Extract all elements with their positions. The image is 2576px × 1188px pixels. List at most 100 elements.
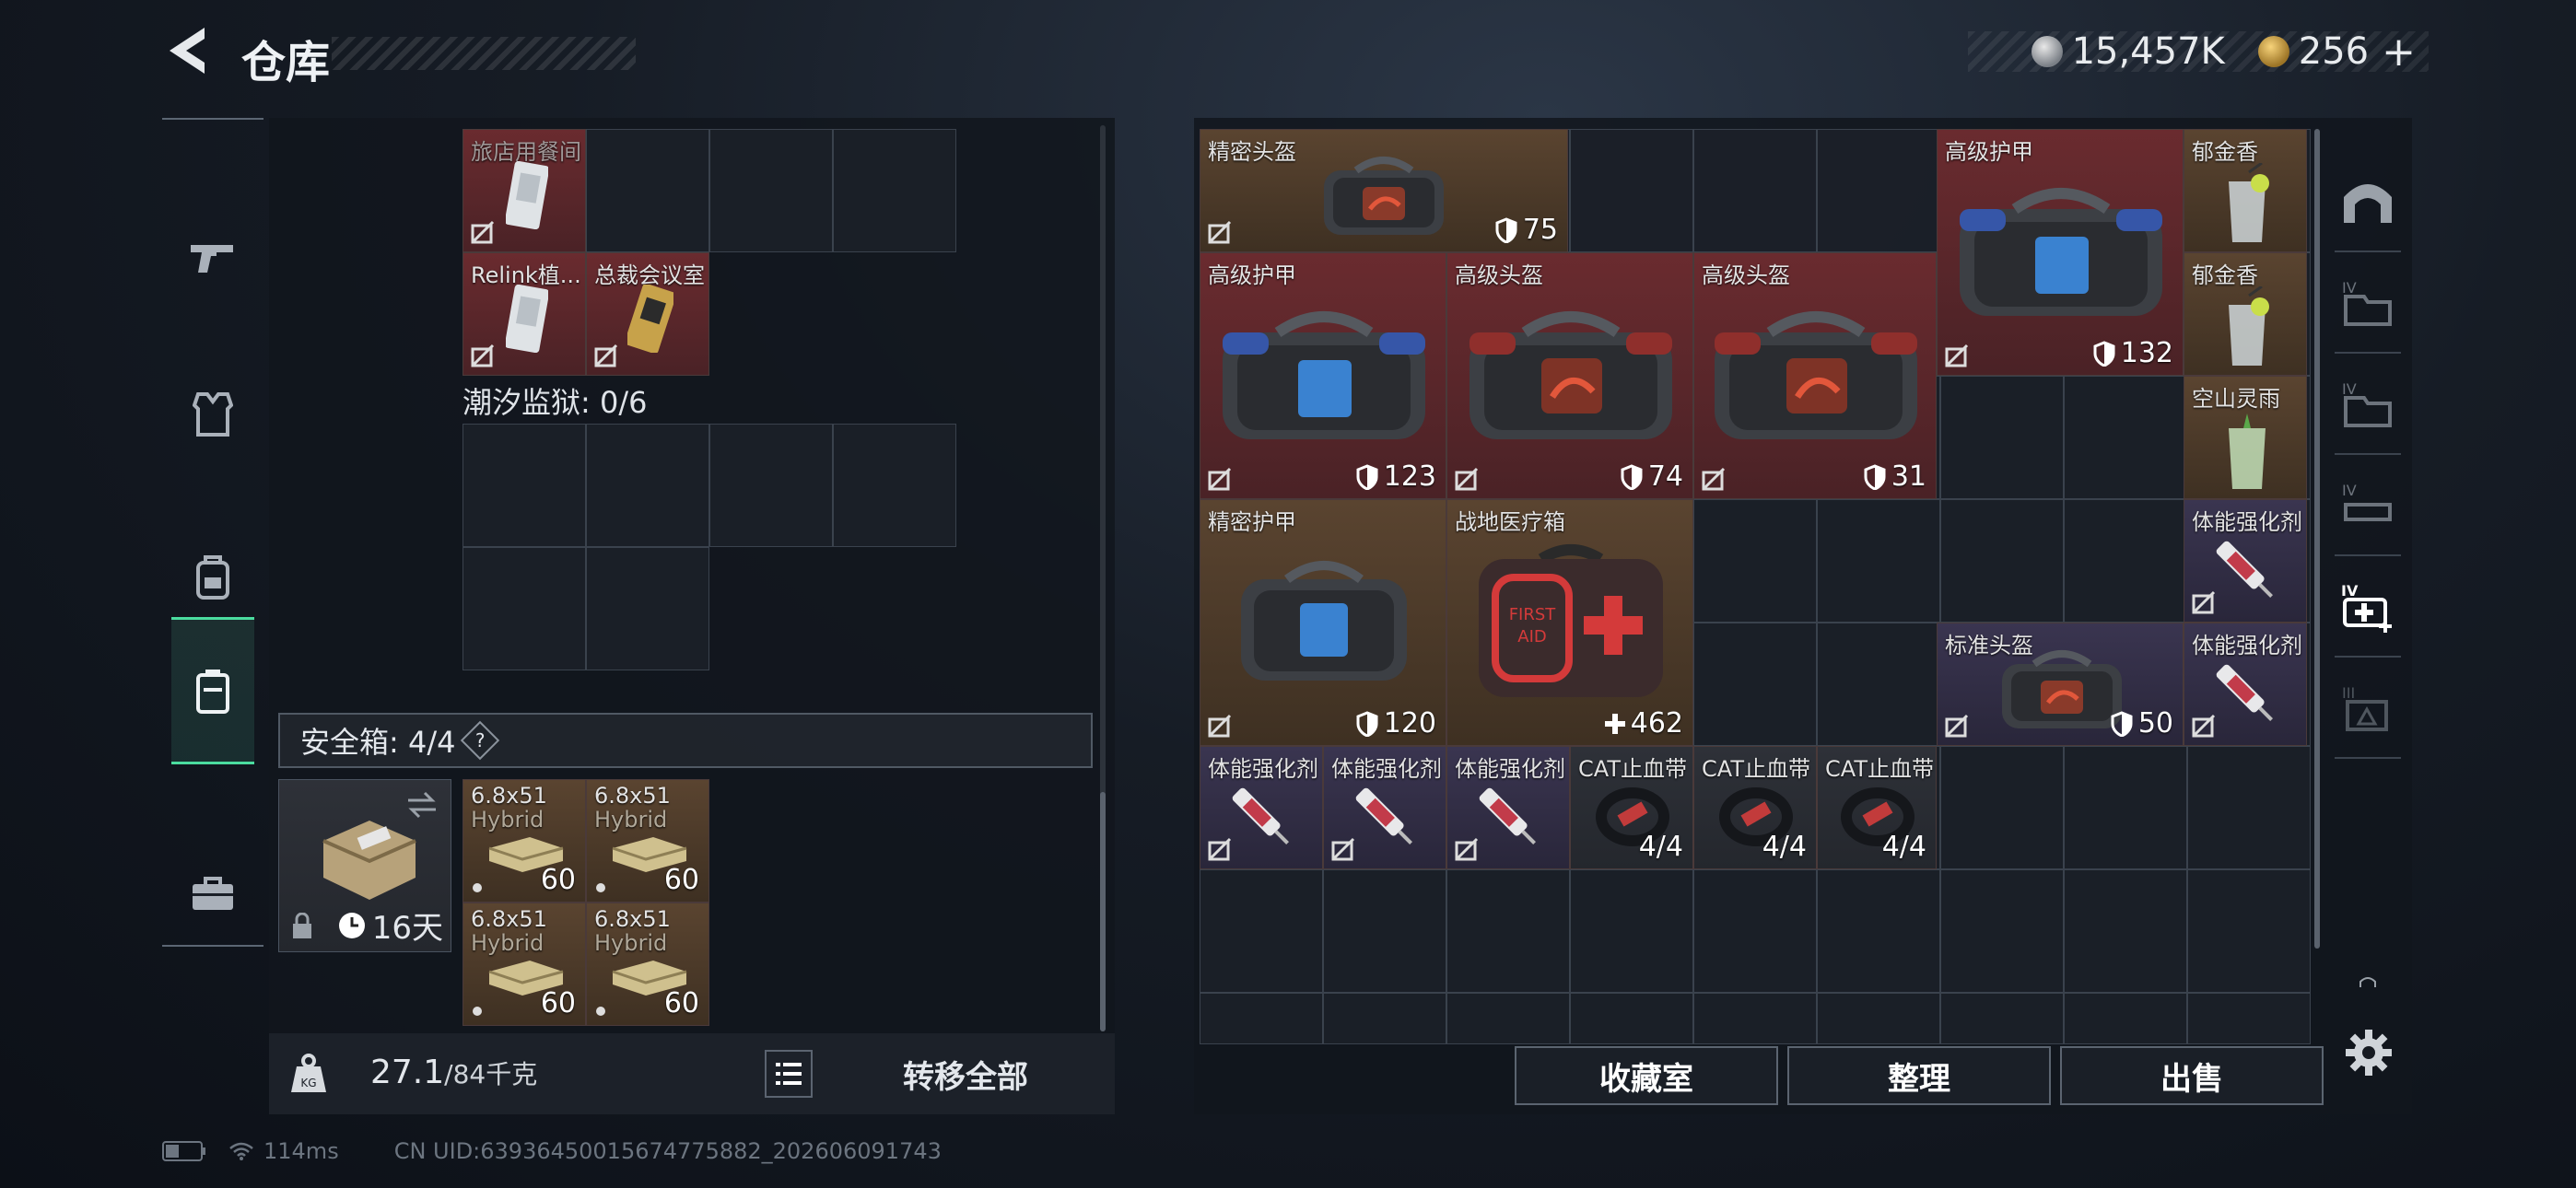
stash-item-helmet[interactable]: 精密头盔 75: [1200, 129, 1568, 252]
ammo-item[interactable]: 6.8x51 Hybrid 60: [463, 779, 586, 903]
stash-item-medkit[interactable]: 战地医疗箱 FIRST AID 462: [1446, 499, 1693, 746]
stash-slot[interactable]: [2064, 869, 2187, 993]
stash-slot[interactable]: [1570, 869, 1693, 993]
stash-slot[interactable]: [1940, 746, 2064, 869]
stash-slot[interactable]: [1200, 869, 1323, 993]
ammo-count: 60: [540, 864, 576, 896]
nav-weapons[interactable]: [171, 184, 254, 332]
grid-slot[interactable]: [586, 129, 709, 252]
stash-slot[interactable]: [1570, 993, 1693, 1044]
stash-item-tourniquet[interactable]: CAT止血带 4/4: [1817, 746, 1937, 869]
help-icon[interactable]: ?: [461, 720, 500, 761]
silver-coin-icon: [2031, 36, 2063, 67]
item-name: CAT止血带: [1702, 756, 1810, 782]
stash-item-tourniquet[interactable]: CAT止血带 4/4: [1693, 746, 1817, 869]
tab-stash-2[interactable]: IV: [2335, 252, 2401, 354]
stash-slot[interactable]: [1693, 869, 1817, 993]
stash-item-stim[interactable]: 体能强化剂: [2184, 499, 2307, 623]
durability-value: 120: [1383, 707, 1436, 740]
stash-item-helmet[interactable]: 高级头盔 74: [1446, 252, 1693, 499]
duration-text: 16天: [371, 910, 443, 947]
stash-slot[interactable]: [1817, 869, 1940, 993]
settings-gear-icon[interactable]: [2344, 1028, 2394, 1077]
grid-slot[interactable]: [709, 129, 833, 252]
stash-item-stim[interactable]: 体能强化剂: [2184, 623, 2307, 746]
stash-slot[interactable]: [2187, 746, 2311, 869]
tab-all[interactable]: [2335, 151, 2401, 252]
tab-medical[interactable]: IV: [2335, 556, 2401, 658]
stash-slot[interactable]: [1323, 869, 1446, 993]
stash-slot[interactable]: [1817, 129, 1940, 252]
tab-stash-4[interactable]: IV: [2335, 455, 2401, 556]
list-icon[interactable]: [765, 1050, 813, 1098]
stash-slot[interactable]: [2064, 499, 2187, 623]
stash-item-armor[interactable]: 高级护甲 132: [1937, 129, 2184, 376]
grid-slot[interactable]: [709, 424, 833, 547]
back-arrow-icon[interactable]: [164, 24, 210, 77]
stash-item-drink[interactable]: 郁金香: [2184, 252, 2307, 376]
transfer-all-button[interactable]: 转移全部: [903, 1052, 1028, 1097]
stash-slot[interactable]: [2187, 869, 2311, 993]
stash-slot[interactable]: [1693, 623, 1817, 746]
nav-container[interactable]: [171, 617, 254, 764]
stash-slot[interactable]: [2187, 993, 2311, 1044]
stash-slot[interactable]: [1693, 993, 1817, 1044]
ammo-item[interactable]: 6.8x51 Hybrid 60: [463, 903, 586, 1026]
weight-icon: KG: [291, 1054, 326, 1092]
stash-slot[interactable]: [2064, 993, 2187, 1044]
stash-item-stim[interactable]: 体能强化剂: [1323, 746, 1446, 869]
stash-slot[interactable]: [1940, 499, 2064, 623]
stash-item-drink[interactable]: 空山灵雨: [2184, 376, 2307, 499]
stash-slot[interactable]: [1817, 623, 1940, 746]
stash-slot[interactable]: [1817, 993, 1940, 1044]
stash-item-helmet[interactable]: 高级头盔 31: [1693, 252, 1937, 499]
stash-item-armor[interactable]: 精密护甲 120: [1200, 499, 1446, 746]
grid-slot[interactable]: [586, 424, 709, 547]
sort-button[interactable]: 整理: [1787, 1046, 2051, 1105]
ammo-item[interactable]: 6.8x51 Hybrid 60: [586, 903, 709, 1026]
grid-slot[interactable]: [463, 547, 586, 670]
gold-keycard-icon: [627, 285, 673, 353]
stash-scrollbar[interactable]: [2314, 129, 2320, 949]
stash-slot[interactable]: [2064, 376, 2187, 499]
stash-item-armor[interactable]: 高级护甲 123: [1200, 252, 1446, 499]
stash-item-helmet[interactable]: 标准头盔 50: [1937, 623, 2184, 746]
stash-slot[interactable]: [1693, 129, 1817, 252]
tab-stash-6[interactable]: III: [2335, 658, 2401, 759]
stash-slot[interactable]: [1940, 376, 2064, 499]
stash-slot[interactable]: [1446, 869, 1570, 993]
tab-stash-3[interactable]: IV: [2335, 354, 2401, 455]
collection-room-button[interactable]: 收藏室: [1515, 1046, 1778, 1105]
shield-icon: [1864, 463, 1886, 490]
ammo-item[interactable]: 6.8x51 Hybrid 60: [586, 779, 709, 903]
ping-text: 114ms: [263, 1138, 339, 1164]
stash-slot[interactable]: [1570, 129, 1693, 252]
ammo-caliber: 6.8x51: [594, 783, 671, 809]
stash-slot[interactable]: [2064, 746, 2187, 869]
nav-toolbox[interactable]: [171, 820, 254, 967]
safebox-item[interactable]: 16天: [278, 779, 451, 952]
nav-armor[interactable]: [171, 341, 254, 488]
stash-slot[interactable]: [1323, 993, 1446, 1044]
stash-item-stim[interactable]: 体能强化剂: [1446, 746, 1570, 869]
sell-button[interactable]: 出售: [2060, 1046, 2324, 1105]
stash-slot[interactable]: [1200, 993, 1323, 1044]
grid-slot[interactable]: [833, 424, 956, 547]
grid-slot[interactable]: [463, 424, 586, 547]
item-keycard[interactable]: 旅店用餐间: [463, 129, 586, 252]
stash-item-drink[interactable]: 郁金香: [2184, 129, 2307, 252]
grid-slot[interactable]: [586, 547, 709, 670]
add-currency-button[interactable]: +: [2382, 29, 2416, 76]
inventory-scrollbar[interactable]: [1100, 792, 1106, 1031]
item-keycard[interactable]: Relink植...: [463, 252, 586, 376]
stash-slot[interactable]: [1817, 499, 1940, 623]
grid-slot[interactable]: [833, 129, 956, 252]
stash-slot[interactable]: [1940, 869, 2064, 993]
stash-slot[interactable]: [1693, 499, 1817, 623]
swap-icon[interactable]: [404, 789, 439, 821]
stash-slot[interactable]: [1940, 993, 2064, 1044]
stash-item-tourniquet[interactable]: CAT止血带 4/4: [1570, 746, 1693, 869]
stash-slot[interactable]: [1446, 993, 1570, 1044]
item-keycard[interactable]: 总裁会议室: [586, 252, 709, 376]
stash-item-stim[interactable]: 体能强化剂: [1200, 746, 1323, 869]
